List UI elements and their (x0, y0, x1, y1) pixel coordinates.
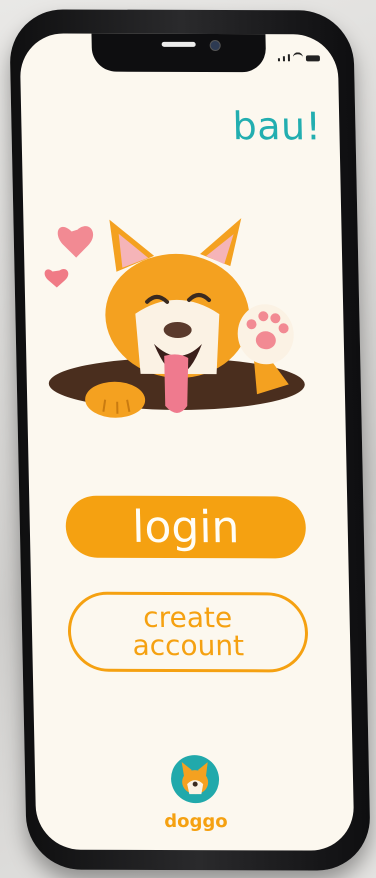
status-bar (277, 52, 320, 62)
backdrop-highlight (0, 0, 363, 1)
wifi-icon (292, 52, 303, 62)
phone-notch (91, 33, 267, 73)
heart-icon (57, 226, 93, 258)
login-button[interactable]: login (65, 495, 307, 559)
battery-icon (305, 55, 320, 62)
heart-icon-small (44, 269, 69, 288)
app-logo: doggo (155, 754, 237, 832)
app-screen: bau! login create account doggo (19, 33, 355, 851)
doggo-logo-icon (171, 755, 220, 804)
create-account-label-line2: account (132, 628, 245, 663)
front-camera (209, 39, 221, 52)
speaker-grille (161, 41, 196, 47)
corgi-illustration (44, 218, 305, 418)
dog-tongue (164, 354, 189, 413)
create-account-button[interactable]: create account (67, 591, 309, 673)
phone-mockup: bau! login create account doggo (4, 8, 372, 874)
signal-icon (277, 58, 280, 62)
greeting-text: bau! (232, 104, 322, 149)
logo-text: doggo (164, 811, 228, 833)
